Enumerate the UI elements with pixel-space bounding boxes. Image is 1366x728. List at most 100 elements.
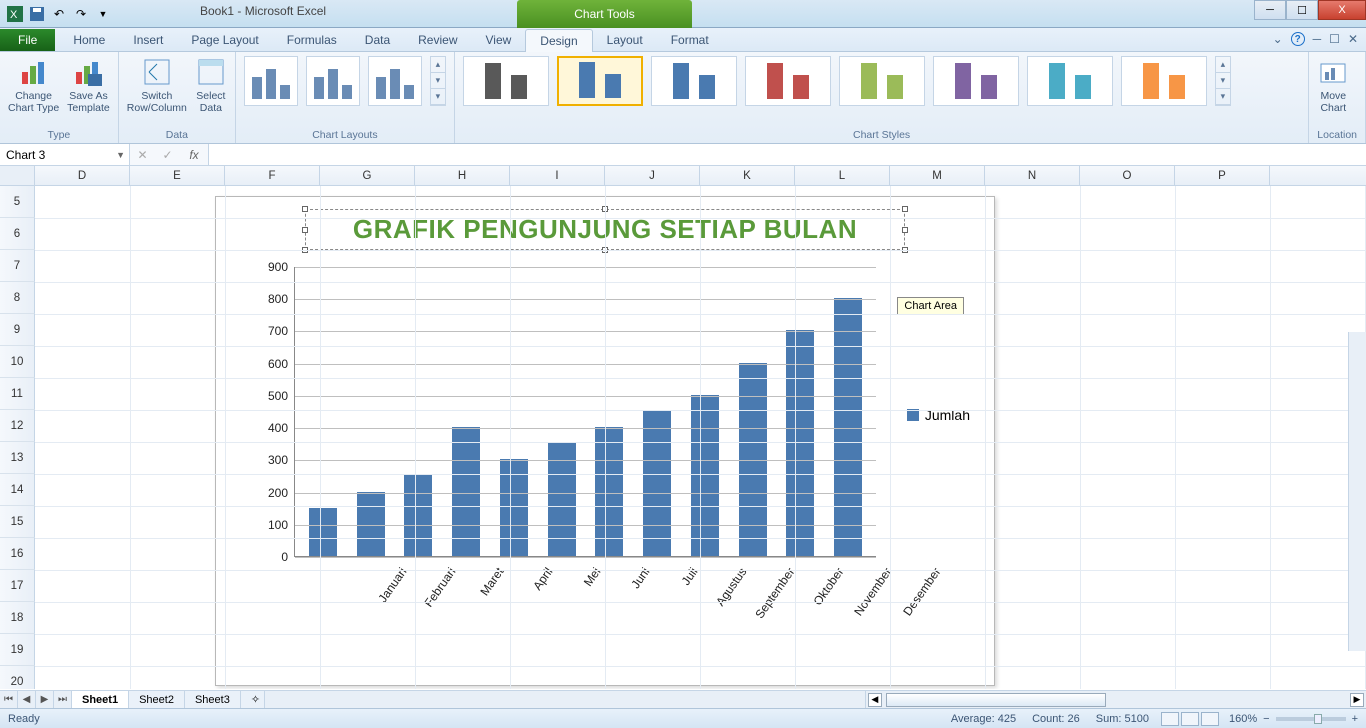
chart-style-1[interactable] <box>463 56 549 106</box>
maximize-button[interactable]: ☐ <box>1286 0 1318 20</box>
view-page-break[interactable] <box>1201 712 1219 726</box>
tab-data[interactable]: Data <box>351 29 404 51</box>
chart-bar[interactable] <box>691 395 719 556</box>
column-header[interactable]: G <box>320 166 415 185</box>
chart-layout-3[interactable] <box>368 56 422 106</box>
chart-style-6[interactable] <box>933 56 1019 106</box>
zoom-out[interactable]: − <box>1263 713 1269 725</box>
chart-bar[interactable] <box>739 363 767 556</box>
row-header[interactable]: 17 <box>0 570 35 602</box>
sheet-nav-last[interactable]: ⏭ <box>54 691 72 708</box>
sheet-tab-3[interactable]: Sheet3 <box>185 691 241 708</box>
column-header[interactable]: N <box>985 166 1080 185</box>
chart-bar[interactable] <box>309 508 337 556</box>
worksheet-grid[interactable]: DEFGHIJKLMNOP 56789101112131415161718192… <box>0 166 1366 689</box>
workbook-minimize-icon[interactable]: ─ <box>1313 32 1322 46</box>
tab-page-layout[interactable]: Page Layout <box>177 29 272 51</box>
column-header[interactable]: J <box>605 166 700 185</box>
qat-dropdown-icon[interactable]: ▼ <box>94 5 112 23</box>
zoom-level[interactable]: 160% <box>1229 713 1257 725</box>
move-chart-button[interactable]: Move Chart <box>1317 56 1349 114</box>
tab-view[interactable]: View <box>472 29 526 51</box>
column-header[interactable]: L <box>795 166 890 185</box>
chart-style-7[interactable] <box>1027 56 1113 106</box>
redo-icon[interactable]: ↷ <box>72 5 90 23</box>
chart-style-5[interactable] <box>839 56 925 106</box>
column-header[interactable]: M <box>890 166 985 185</box>
view-page-layout[interactable] <box>1181 712 1199 726</box>
column-header[interactable]: F <box>225 166 320 185</box>
zoom-in[interactable]: + <box>1352 713 1358 725</box>
tab-layout[interactable]: Layout <box>593 29 657 51</box>
row-header[interactable]: 5 <box>0 186 35 218</box>
save-icon[interactable] <box>28 5 46 23</box>
sheet-tab-new[interactable]: ✧ <box>241 691 265 708</box>
tab-insert[interactable]: Insert <box>119 29 177 51</box>
ribbon-minimize-icon[interactable]: ⌄ <box>1273 32 1283 46</box>
help-icon[interactable]: ? <box>1291 32 1305 46</box>
sheet-tab-1[interactable]: Sheet1 <box>72 691 129 708</box>
row-header[interactable]: 13 <box>0 442 35 474</box>
chart-style-2[interactable] <box>557 56 643 106</box>
chart-style-3[interactable] <box>651 56 737 106</box>
vertical-scrollbar[interactable] <box>1348 332 1366 651</box>
tab-home[interactable]: Home <box>59 29 119 51</box>
save-as-template-button[interactable]: Save As Template <box>67 56 110 114</box>
column-header[interactable]: D <box>35 166 130 185</box>
select-all-corner[interactable] <box>0 166 35 185</box>
sheet-nav-prev[interactable]: ◀ <box>18 691 36 708</box>
chart-layouts-more[interactable]: ▴▾▾ <box>430 56 446 106</box>
column-header[interactable]: I <box>510 166 605 185</box>
tab-file[interactable]: File <box>0 29 55 51</box>
chart-layout-1[interactable] <box>244 56 298 106</box>
chart-style-4[interactable] <box>745 56 831 106</box>
chart-style-8[interactable] <box>1121 56 1207 106</box>
zoom-slider[interactable] <box>1276 717 1346 721</box>
row-header[interactable]: 19 <box>0 634 35 666</box>
row-header[interactable]: 8 <box>0 282 35 314</box>
row-header[interactable]: 9 <box>0 314 35 346</box>
change-chart-type-button[interactable]: Change Chart Type <box>8 56 59 114</box>
row-header[interactable]: 16 <box>0 538 35 570</box>
row-header[interactable]: 7 <box>0 250 35 282</box>
chart-bar[interactable] <box>643 411 671 556</box>
chart-bar[interactable] <box>834 298 862 556</box>
cells-area[interactable]: GRAFIK PENGUNJUNG SETIAP BULAN Chart Are… <box>35 186 1366 689</box>
chart-layout-2[interactable] <box>306 56 360 106</box>
row-header[interactable]: 14 <box>0 474 35 506</box>
workbook-restore-icon[interactable]: ☐ <box>1329 32 1340 46</box>
undo-icon[interactable]: ↶ <box>50 5 68 23</box>
row-header[interactable]: 10 <box>0 346 35 378</box>
formula-input[interactable] <box>208 144 1366 165</box>
close-button[interactable]: X <box>1318 0 1366 20</box>
chart-bar[interactable] <box>404 475 432 556</box>
sheet-nav-next[interactable]: ▶ <box>36 691 54 708</box>
switch-row-column-button[interactable]: Switch Row/Column <box>127 56 187 114</box>
horizontal-scrollbar[interactable]: ◀ ▶ <box>865 691 1366 708</box>
fx-icon[interactable]: fx <box>180 144 208 165</box>
tab-design[interactable]: Design <box>525 29 592 52</box>
workbook-close-icon[interactable]: ✕ <box>1348 32 1358 46</box>
column-header[interactable]: P <box>1175 166 1270 185</box>
tab-formulas[interactable]: Formulas <box>273 29 351 51</box>
row-header[interactable]: 12 <box>0 410 35 442</box>
column-header[interactable]: O <box>1080 166 1175 185</box>
select-data-button[interactable]: Select Data <box>195 56 227 114</box>
tab-review[interactable]: Review <box>404 29 471 51</box>
sheet-tab-2[interactable]: Sheet2 <box>129 691 185 708</box>
column-header[interactable]: K <box>700 166 795 185</box>
column-header[interactable]: H <box>415 166 510 185</box>
row-header[interactable]: 20 <box>0 666 35 689</box>
name-box-dropdown-icon[interactable]: ▼ <box>116 150 125 160</box>
row-header[interactable]: 18 <box>0 602 35 634</box>
sheet-nav-first[interactable]: ⏮ <box>0 691 18 708</box>
minimize-button[interactable]: ─ <box>1254 0 1286 20</box>
chart-styles-more[interactable]: ▴▾▾ <box>1215 56 1231 106</box>
row-header[interactable]: 11 <box>0 378 35 410</box>
view-normal[interactable] <box>1161 712 1179 726</box>
row-header[interactable]: 15 <box>0 506 35 538</box>
tab-format[interactable]: Format <box>657 29 723 51</box>
column-header[interactable]: E <box>130 166 225 185</box>
row-header[interactable]: 6 <box>0 218 35 250</box>
name-box[interactable]: Chart 3 ▼ <box>0 144 130 165</box>
